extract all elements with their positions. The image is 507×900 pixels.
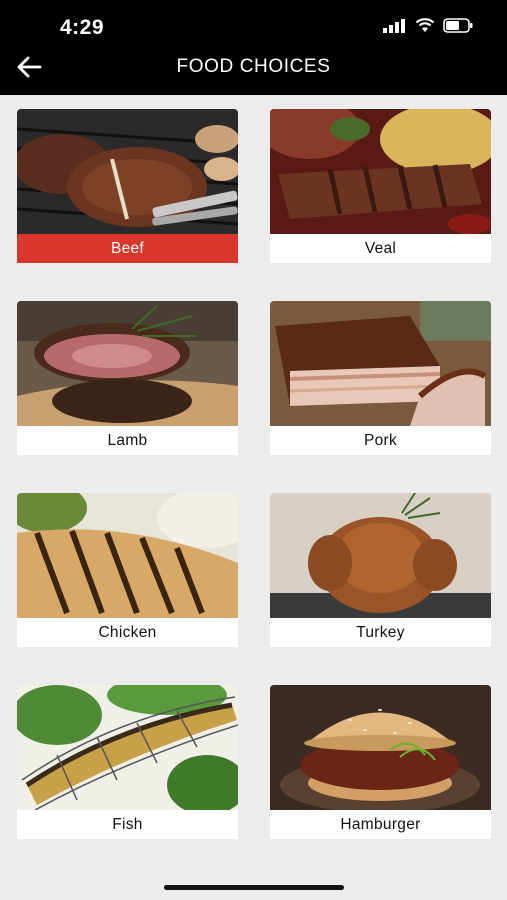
fish-image <box>17 685 238 810</box>
home-indicator[interactable] <box>164 885 344 890</box>
food-card-label: Hamburger <box>270 810 491 839</box>
veal-image <box>270 109 491 234</box>
turkey-image <box>270 493 491 618</box>
food-card-fish[interactable]: Fish <box>17 685 238 839</box>
beef-image <box>17 109 238 234</box>
chicken-image <box>17 493 238 618</box>
food-card-label: Pork <box>270 426 491 455</box>
food-card-label: Lamb <box>17 426 238 455</box>
food-card-label: Chicken <box>17 618 238 647</box>
page-title: FOOD CHOICES <box>176 56 331 77</box>
food-card-veal[interactable]: Veal <box>270 109 491 263</box>
pork-image <box>270 301 491 426</box>
status-time: 4:29 <box>60 16 105 39</box>
food-card-chicken[interactable]: Chicken <box>17 493 238 647</box>
food-card-beef[interactable]: Beef <box>17 109 238 263</box>
wifi-icon <box>415 18 435 32</box>
battery-icon <box>443 18 473 33</box>
food-card-turkey[interactable]: Turkey <box>270 493 491 647</box>
signal-icon <box>383 18 405 33</box>
app-header: 4:29 FOOD CHOICES <box>0 0 507 95</box>
food-card-label: Turkey <box>270 618 491 647</box>
status-icons <box>383 18 473 33</box>
lamb-image <box>17 301 238 426</box>
food-card-lamb[interactable]: Lamb <box>17 301 238 455</box>
food-card-label: Veal <box>270 234 491 263</box>
food-card-hamburger[interactable]: Hamburger <box>270 685 491 839</box>
food-card-label: Fish <box>17 810 238 839</box>
food-card-label: Beef <box>17 234 238 263</box>
food-card-pork[interactable]: Pork <box>270 301 491 455</box>
hamburger-image <box>270 685 491 810</box>
